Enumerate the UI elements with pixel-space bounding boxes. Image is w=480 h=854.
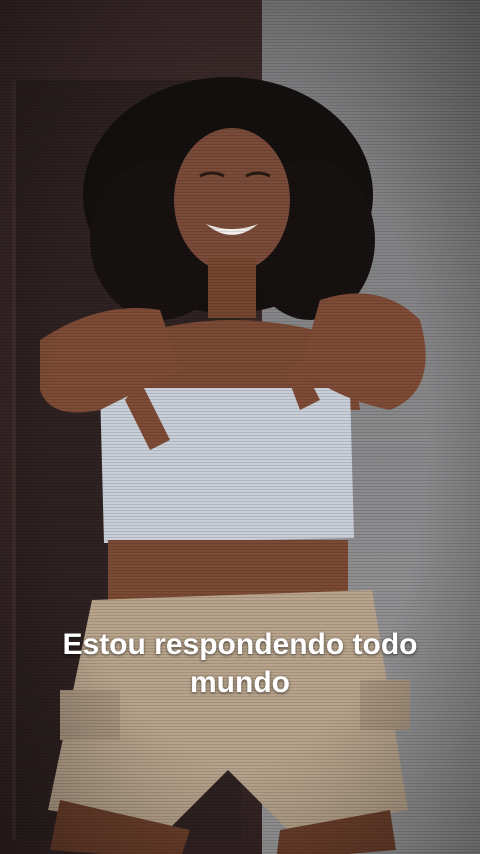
video-caption: Estou respondendo todo mundo — [62, 628, 418, 699]
person-figure — [40, 77, 426, 854]
video-frame[interactable]: Estou respondendo todo mundo — [0, 0, 480, 854]
